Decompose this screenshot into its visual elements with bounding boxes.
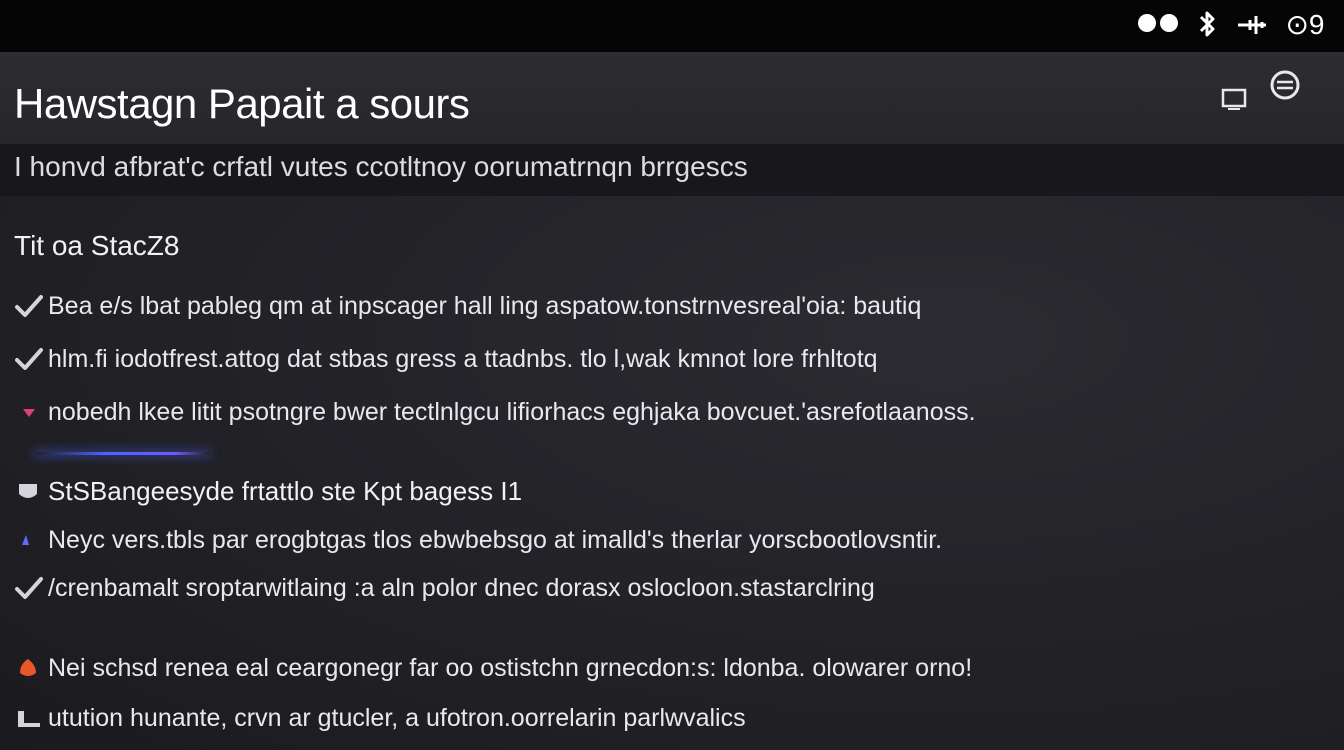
section-heading: StSBangeesyde frtattlo ste Kpt bagess I1 (14, 473, 522, 509)
check-icon (14, 573, 48, 603)
list-item-text: Neyc vers.tbls par erogbtgas tlos ebwbeb… (48, 525, 943, 554)
status-dot-2 (1160, 14, 1178, 32)
menu-icon[interactable] (1266, 68, 1304, 102)
window-icon[interactable] (1218, 84, 1250, 114)
bluetooth-icon (1192, 10, 1222, 38)
check-icon (14, 291, 48, 321)
list-item[interactable]: Nei schsd renea eal ceargonegr far oo os… (14, 650, 972, 686)
page-title: Hawstagn Papait a sours (14, 80, 470, 127)
status-bar: ⊙9 (0, 0, 1344, 52)
list-item[interactable]: /crenbamalt sroptarwitlaing :a aln polor… (14, 570, 875, 606)
page-subtitle: I honvd afbrat'c crfatl vutes ccotltnoy … (14, 151, 748, 182)
list-item-text: hlm.fi iodotfrest.attog dat stbas gress … (48, 344, 878, 373)
check-icon (14, 344, 48, 374)
section-heading: Tit oa StacZ8 (14, 230, 180, 261)
signal-indicator: ⊙9 (1285, 8, 1325, 40)
airplane-icon (1234, 10, 1270, 38)
list-item-text: Nei schsd renea eal ceargonegr far oo os… (48, 653, 973, 682)
heart-icon (14, 397, 48, 427)
list-item[interactable]: Bea e/s lbat pableg qm at inpscager hall… (14, 288, 921, 324)
list-item-text: Bea e/s lbat pableg qm at inpscager hall… (48, 291, 922, 320)
list-item-text: utution hunante, crvn ar gtucler, a ufot… (48, 703, 746, 732)
flame-icon (14, 653, 48, 683)
section-divider (35, 452, 210, 455)
list-item[interactable]: utution hunante, crvn ar gtucler, a ufot… (14, 700, 746, 736)
list-item[interactable]: Neyc vers.tbls par erogbtgas tlos ebwbeb… (14, 522, 942, 558)
list-item-text: /crenbamalt sroptarwitlaing :a aln polor… (48, 573, 875, 602)
list-item[interactable]: hlm.fi iodotfrest.attog dat stbas gress … (14, 341, 878, 377)
bullet-icon (14, 525, 48, 555)
section-heading-text: StSBangeesyde frtattlo ste Kpt bagess I1 (48, 475, 523, 506)
shield-icon (14, 476, 48, 506)
stack-icon (14, 703, 48, 733)
list-item-text: nobedh lkee litit psotngre bwer tectlnlg… (48, 397, 976, 426)
list-item[interactable]: nobedh lkee litit psotngre bwer tectlnlg… (14, 394, 976, 430)
status-dot-1 (1138, 14, 1156, 32)
